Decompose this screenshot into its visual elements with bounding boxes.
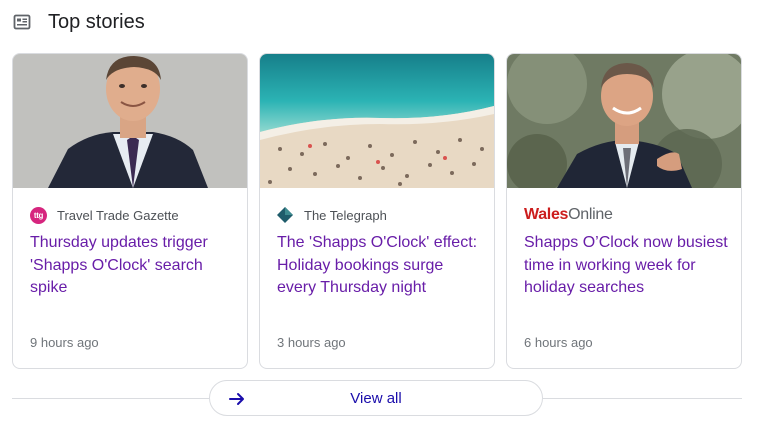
story-time: 6 hours ago <box>524 335 593 350</box>
story-thumbnail[interactable] <box>13 54 247 188</box>
source-name: Travel Trade Gazette <box>57 207 179 223</box>
story-card[interactable]: ttg Travel Trade Gazette Thursday update… <box>12 53 248 369</box>
story-headline[interactable]: The 'Shapps O'Clock' effect: Holiday boo… <box>277 232 482 300</box>
story-source: ttg Travel Trade Gazette <box>30 206 179 224</box>
story-time: 9 hours ago <box>30 335 99 350</box>
story-card[interactable]: WalesOnline Shapps O’Clock now busiest t… <box>506 53 742 369</box>
view-all-button[interactable]: View all <box>209 380 543 416</box>
news-icon <box>13 14 31 30</box>
source-name: The Telegraph <box>304 207 387 223</box>
top-stories-carousel: ttg Travel Trade Gazette Thursday update… <box>12 53 742 369</box>
ttg-logo-icon: ttg <box>30 206 47 224</box>
story-thumbnail[interactable] <box>507 54 741 188</box>
story-headline[interactable]: Thursday updates trigger 'Shapps O'Clock… <box>30 232 235 300</box>
telegraph-logo-icon <box>277 207 293 223</box>
walesonline-logo: WalesOnline <box>524 206 613 223</box>
divider-left <box>12 398 209 399</box>
story-source: The Telegraph <box>277 206 387 224</box>
story-time: 3 hours ago <box>277 335 346 350</box>
section-title: Top stories <box>48 10 145 33</box>
story-card[interactable]: The Telegraph The 'Shapps O'Clock' effec… <box>259 53 495 369</box>
story-headline[interactable]: Shapps O’Clock now busiest time in worki… <box>524 232 729 300</box>
top-stories-header: Top stories <box>12 8 145 36</box>
view-all-label: View all <box>350 390 402 407</box>
divider-right <box>543 398 742 399</box>
story-thumbnail[interactable] <box>260 54 494 188</box>
story-source: WalesOnline <box>524 206 613 224</box>
